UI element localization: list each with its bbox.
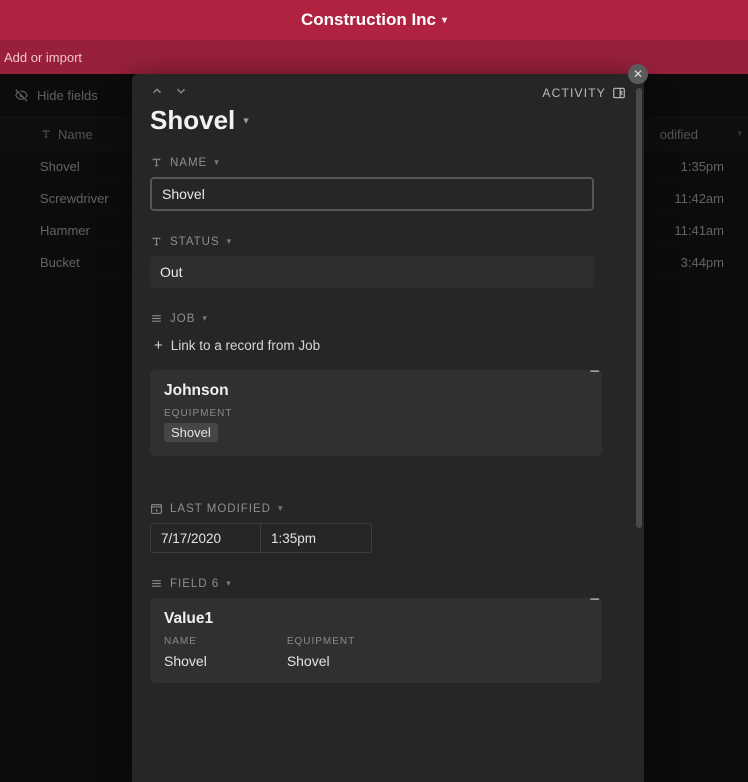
caret-down-icon: ▾ xyxy=(278,503,284,514)
text-type-icon xyxy=(150,235,163,248)
base-name-text: Construction Inc xyxy=(301,10,436,30)
link-record-button[interactable]: + Link to a record from Job xyxy=(150,333,626,366)
prev-record-button[interactable] xyxy=(150,84,164,101)
field-field6: FIELD 6 ▾ − Value1 NAME Shovel EQUIPMENT… xyxy=(132,571,644,701)
card-name-value: Shovel xyxy=(164,653,207,669)
card-equipment-value: Shovel xyxy=(287,653,355,669)
card-name-label: NAME xyxy=(164,636,207,647)
status-input[interactable] xyxy=(150,256,594,288)
next-record-button[interactable] xyxy=(174,84,188,101)
activity-label: ACTIVITY xyxy=(542,86,606,100)
linked-record-card[interactable]: − Johnson EQUIPMENT Shovel xyxy=(150,370,602,456)
chevron-up-icon xyxy=(150,84,164,98)
linked-card-equipment-label: EQUIPMENT xyxy=(164,408,588,419)
field-status: STATUS ▾ xyxy=(132,229,644,306)
field-last-modified: LAST MODIFIED ▾ xyxy=(132,474,644,571)
caret-down-icon: ▾ xyxy=(442,15,447,26)
field-last-modified-label: LAST MODIFIED xyxy=(170,503,271,515)
field-label-row[interactable]: NAME ▾ xyxy=(150,156,626,169)
record-title: Shovel xyxy=(150,105,235,136)
field-field6-label: FIELD 6 xyxy=(170,578,219,590)
expand-panel-icon xyxy=(612,86,626,100)
app-header: Construction Inc ▾ xyxy=(0,0,748,40)
activity-toggle[interactable]: ACTIVITY xyxy=(542,86,626,100)
field-name-label: NAME xyxy=(170,157,207,169)
linked-record-icon xyxy=(150,577,163,590)
card-equipment-label: EQUIPMENT xyxy=(287,636,355,647)
add-import-link[interactable]: Add or import xyxy=(4,50,82,65)
name-input[interactable] xyxy=(150,177,594,211)
expanded-record-panel: ACTIVITY Shovel ▾ NAME ▾ STATUS ▾ JOB ▾ xyxy=(132,74,644,782)
text-type-icon xyxy=(150,156,163,169)
linked-record-card[interactable]: − Value1 NAME Shovel EQUIPMENT Shovel xyxy=(150,598,602,683)
field-label-row[interactable]: JOB ▾ xyxy=(150,312,626,325)
date-input[interactable] xyxy=(150,523,260,553)
record-header: ACTIVITY xyxy=(132,74,644,101)
close-icon: ✕ xyxy=(633,67,643,81)
last-modified-value xyxy=(150,523,626,553)
plus-icon: + xyxy=(154,337,163,354)
link-record-text: Link to a record from Job xyxy=(171,338,320,353)
caret-down-icon: ▾ xyxy=(214,157,220,168)
linked-record-icon xyxy=(150,312,163,325)
close-record-button[interactable]: ✕ xyxy=(628,64,648,84)
record-menu-caret-icon[interactable]: ▾ xyxy=(243,114,249,127)
linked-card-title: Value1 xyxy=(164,610,588,628)
unlink-button[interactable]: − xyxy=(589,590,600,608)
unlink-button[interactable]: − xyxy=(589,362,600,380)
equipment-chip: Shovel xyxy=(164,423,218,442)
caret-down-icon: ▾ xyxy=(226,578,232,589)
caret-down-icon: ▾ xyxy=(202,313,208,324)
field-job: JOB ▾ + Link to a record from Job − John… xyxy=(132,306,644,474)
base-title[interactable]: Construction Inc ▾ xyxy=(301,10,447,30)
field-label-row[interactable]: FIELD 6 ▾ xyxy=(150,577,626,590)
field-label-row[interactable]: LAST MODIFIED ▾ xyxy=(150,502,626,515)
clock-icon xyxy=(150,502,163,515)
record-title-row: Shovel ▾ xyxy=(132,101,644,150)
field-job-label: JOB xyxy=(170,313,195,325)
field-status-label: STATUS xyxy=(170,236,220,248)
field-label-row[interactable]: STATUS ▾ xyxy=(150,235,626,248)
chevron-down-icon xyxy=(174,84,188,98)
scrollbar-thumb[interactable] xyxy=(636,88,642,528)
field-name: NAME ▾ xyxy=(132,150,644,229)
caret-down-icon: ▾ xyxy=(227,236,233,247)
time-input[interactable] xyxy=(260,523,372,553)
linked-card-title: Johnson xyxy=(164,382,588,400)
